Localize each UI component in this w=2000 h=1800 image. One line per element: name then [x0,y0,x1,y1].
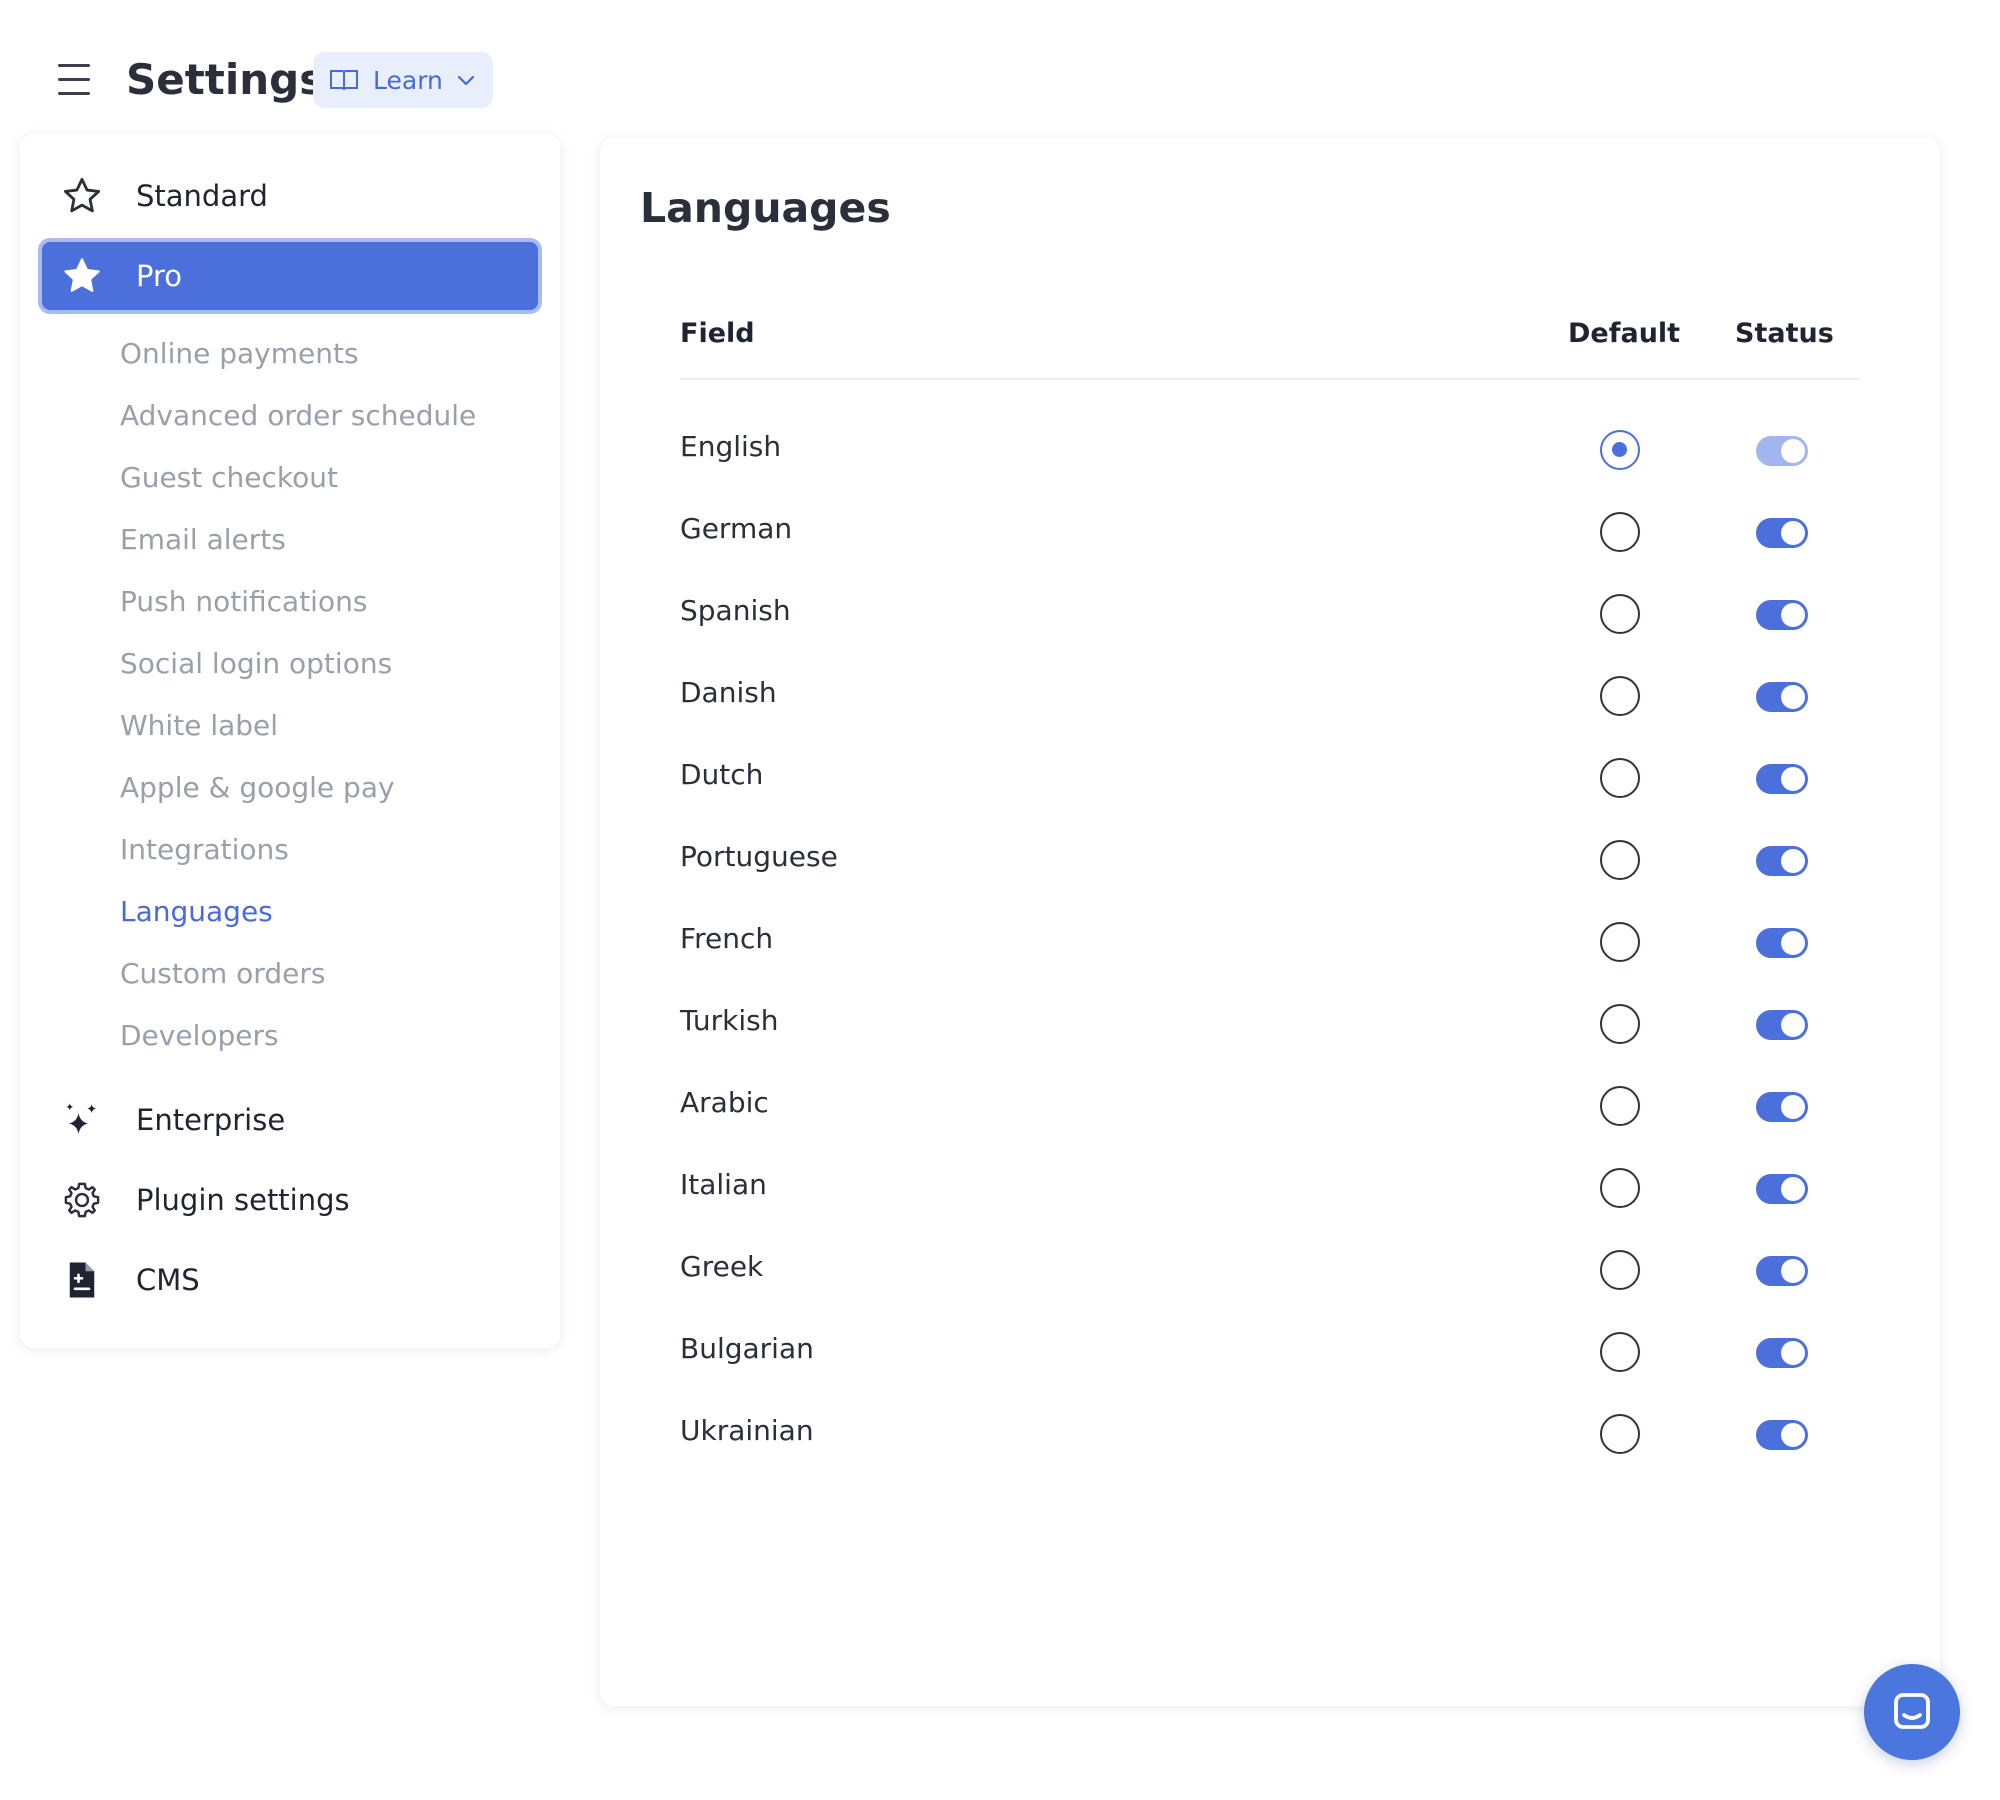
languages-card: Languages Field Default Status English G… [600,138,1940,1706]
sidebar-item-pro[interactable]: Pro [38,238,542,314]
gear-icon [60,1178,104,1222]
language-name: German [680,512,793,545]
status-toggle[interactable] [1756,1256,1808,1286]
language-name: Portuguese [680,840,838,873]
star-outline-icon [60,174,104,218]
table-row-turkish: Turkish [680,984,1860,1066]
table-row-english: English [680,410,1860,492]
sidebar-subitem-social-login-options[interactable]: Social login options [120,644,392,684]
sidebar-item-label: Plugin settings [136,1183,350,1217]
language-name: Dutch [680,758,764,791]
page-title: Settings [126,55,325,104]
sidebar-item-label: Standard [136,179,268,213]
status-toggle[interactable] [1756,928,1808,958]
table-row-french: French [680,902,1860,984]
sidebar-subitem-online-payments[interactable]: Online payments [120,334,359,374]
default-radio[interactable] [1600,1168,1640,1208]
language-name: Italian [680,1168,767,1201]
sidebar-item-label: Enterprise [136,1103,286,1137]
default-radio[interactable] [1600,594,1640,634]
hamburger-menu-icon[interactable] [54,62,94,98]
status-toggle[interactable] [1756,518,1808,548]
sidebar-item-plugin-settings[interactable]: Plugin settings [38,1162,542,1238]
sidebar-subitem-guest-checkout[interactable]: Guest checkout [120,458,338,498]
status-toggle[interactable] [1756,682,1808,712]
book-icon [330,70,358,91]
learn-label: Learn [373,65,443,95]
default-radio[interactable] [1600,840,1640,880]
table-row-ukrainian: Ukrainian [680,1394,1860,1476]
table-row-greek: Greek [680,1230,1860,1312]
status-toggle[interactable] [1756,764,1808,794]
column-header-status: Status [1735,318,1834,349]
sidebar-subitem-push-notifications[interactable]: Push notifications [120,582,367,622]
sidebar-subitem-custom-orders[interactable]: Custom orders [120,954,325,994]
status-toggle[interactable] [1756,1420,1808,1450]
column-header-field: Field [680,318,755,349]
sidebar-item-label: Pro [136,259,183,293]
language-name: Bulgarian [680,1332,814,1365]
chat-icon [1894,1693,1930,1729]
sidebar-item-standard[interactable]: Standard [38,158,542,234]
sidebar-item-cms[interactable]: CMS [38,1242,542,1318]
default-radio[interactable] [1600,1414,1640,1454]
language-name: French [680,922,774,955]
status-toggle[interactable] [1756,1338,1808,1368]
sidebar-subitem-apple-google-pay[interactable]: Apple & google pay [120,768,395,808]
star-filled-icon [60,254,104,298]
chat-launcher-button[interactable] [1864,1664,1960,1760]
top-header: Settings Learn [0,0,2000,130]
sidebar-subitem-languages[interactable]: Languages [120,892,273,932]
language-name: Ukrainian [680,1414,814,1447]
chevron-down-icon [457,75,474,86]
sidebar-subitem-advanced-order-schedule[interactable]: Advanced order schedule [120,396,476,436]
learn-dropdown-button[interactable]: Learn [313,52,493,108]
default-radio[interactable] [1600,430,1640,470]
default-radio[interactable] [1600,1250,1640,1290]
default-radio[interactable] [1600,1086,1640,1126]
status-toggle[interactable] [1756,600,1808,630]
language-name: Arabic [680,1086,769,1119]
default-radio[interactable] [1600,922,1640,962]
settings-sidebar: Standard Pro Online payments Advanced or… [20,134,560,1348]
sidebar-subitem-developers[interactable]: Developers [120,1016,279,1056]
document-icon [60,1258,104,1302]
default-radio[interactable] [1600,1332,1640,1372]
status-toggle[interactable] [1756,846,1808,876]
status-toggle[interactable] [1756,1010,1808,1040]
table-row-arabic: Arabic [680,1066,1860,1148]
table-row-italian: Italian [680,1148,1860,1230]
status-toggle[interactable] [1756,1174,1808,1204]
language-name: Turkish [680,1004,779,1037]
language-name: Danish [680,676,777,709]
default-radio[interactable] [1600,512,1640,552]
sidebar-subitem-email-alerts[interactable]: Email alerts [120,520,286,560]
default-radio[interactable] [1600,758,1640,798]
section-title: Languages [640,184,891,232]
table-row-danish: Danish [680,656,1860,738]
status-toggle[interactable] [1756,436,1808,466]
sidebar-subitem-white-label[interactable]: White label [120,706,278,746]
table-row-bulgarian: Bulgarian [680,1312,1860,1394]
language-name: Greek [680,1250,764,1283]
column-header-default: Default [1568,318,1681,349]
sparkles-icon [60,1098,104,1142]
status-toggle[interactable] [1756,1092,1808,1122]
table-row-spanish: Spanish [680,574,1860,656]
table-row-portuguese: Portuguese [680,820,1860,902]
language-name: Spanish [680,594,791,627]
default-radio[interactable] [1600,676,1640,716]
sidebar-item-label: CMS [136,1263,200,1297]
sidebar-item-enterprise[interactable]: Enterprise [38,1082,542,1158]
header-divider [680,378,1860,380]
sidebar-subitem-integrations[interactable]: Integrations [120,830,289,870]
language-name: English [680,430,782,463]
table-row-dutch: Dutch [680,738,1860,820]
default-radio[interactable] [1600,1004,1640,1044]
table-row-german: German [680,492,1860,574]
